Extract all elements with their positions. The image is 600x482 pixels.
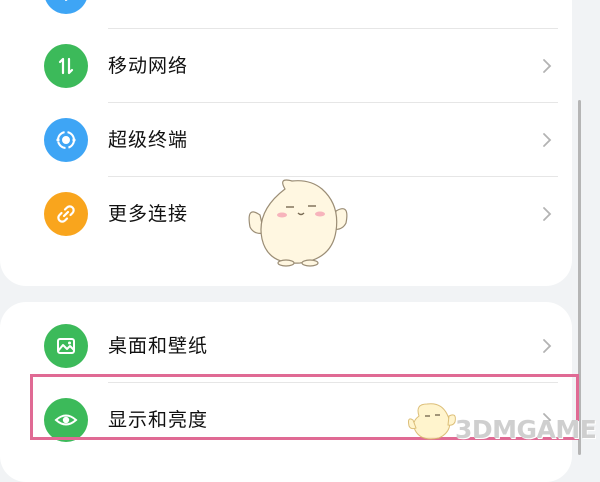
settings-row-label: 更多连接 bbox=[108, 203, 189, 225]
chevron-right-icon bbox=[542, 29, 552, 103]
watermark-text: 3DMGAME bbox=[455, 415, 597, 444]
settings-row-desktop-wallpaper[interactable]: 桌面和壁纸 bbox=[0, 309, 572, 383]
settings-row-super-device[interactable]: 超级终端 bbox=[0, 103, 572, 177]
settings-row-label: 超级终端 bbox=[108, 129, 189, 151]
settings-row-mobile-network[interactable]: 移动网络 bbox=[0, 29, 572, 103]
settings-row-label: 移动网络 bbox=[108, 55, 189, 77]
chevron-right-icon bbox=[542, 103, 552, 177]
wallpaper-icon bbox=[44, 324, 88, 368]
bluetooth-icon bbox=[44, 0, 88, 14]
settings-row-label: 桌面和壁纸 bbox=[108, 335, 209, 357]
chevron-right-icon bbox=[542, 177, 552, 251]
chevron-right-icon bbox=[542, 0, 552, 29]
logo-watermark-icon bbox=[408, 403, 456, 440]
bluetooth-status: 已关闭 bbox=[484, 0, 532, 29]
settings-row-label: 蓝牙 bbox=[108, 0, 148, 29]
mascot-watermark-icon bbox=[248, 179, 348, 267]
chevron-right-icon bbox=[542, 309, 552, 383]
settings-row-bluetooth[interactable]: 蓝牙 已关闭 bbox=[0, 0, 572, 29]
mobile-data-icon bbox=[44, 44, 88, 88]
super-device-icon bbox=[44, 118, 88, 162]
link-icon bbox=[44, 192, 88, 236]
